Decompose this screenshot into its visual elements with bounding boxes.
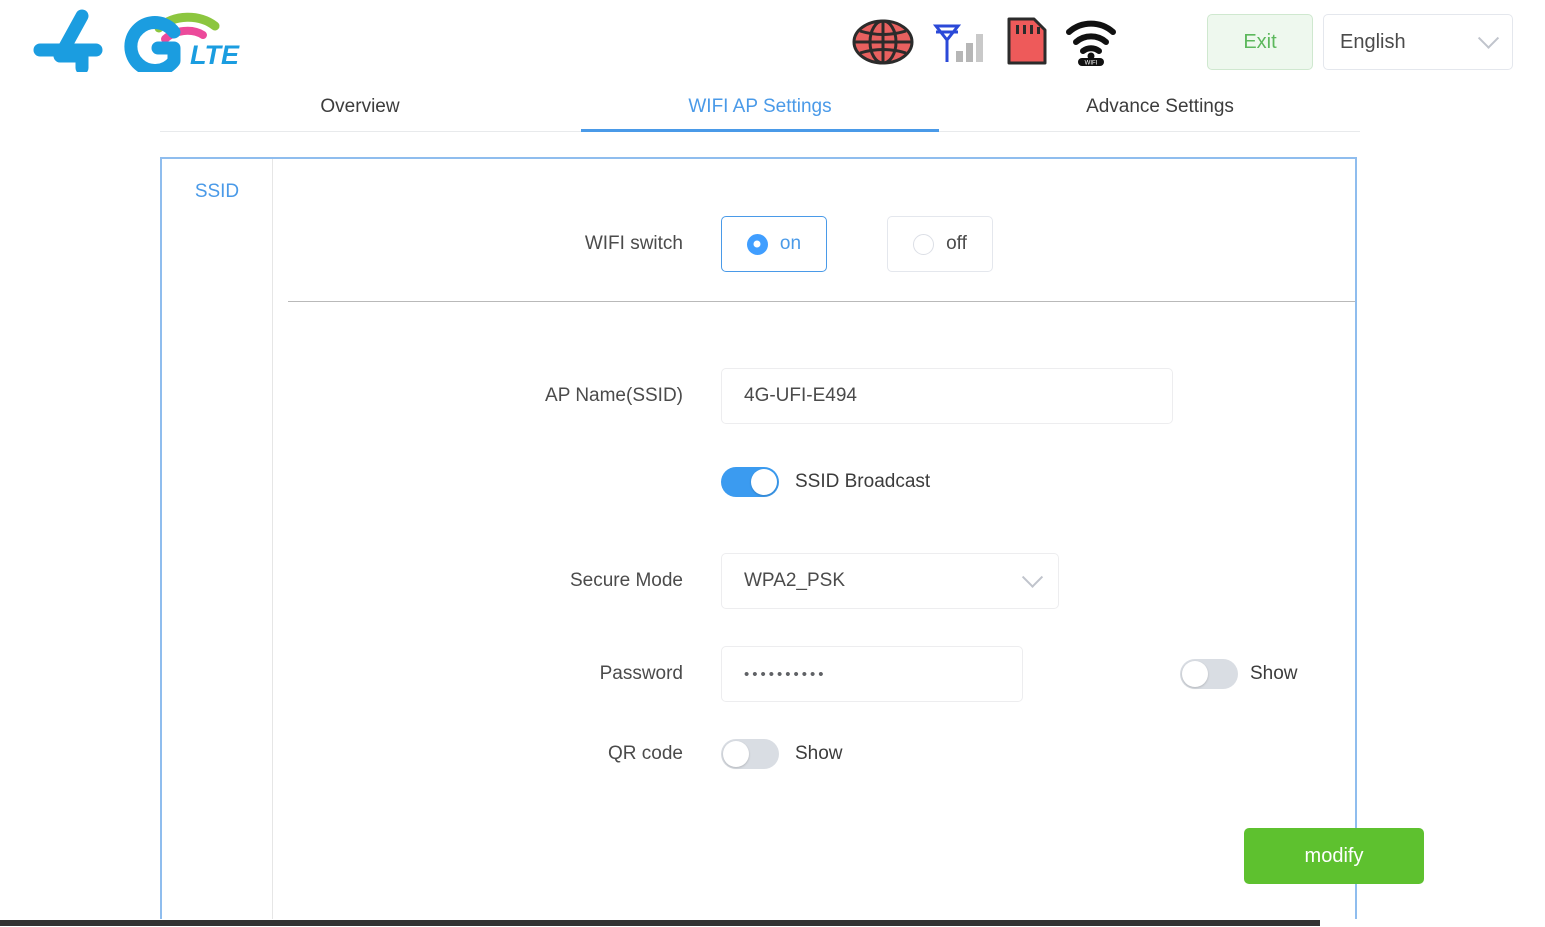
chevron-down-icon [1021, 566, 1044, 588]
main-tab-bar: Overview WIFI AP Settings Advance Settin… [160, 84, 1360, 132]
panel-sidebar: SSID [162, 159, 273, 920]
password-show-label: Show [1250, 663, 1298, 684]
secure-mode-row: Secure Mode WPA2_PSK [273, 553, 1355, 609]
radio-unselected-icon [913, 233, 935, 255]
wifi-switch-row: WIFI switch on off [273, 216, 1355, 272]
radio-selected-icon [746, 233, 768, 255]
password-label: Password [599, 663, 683, 684]
sidebar-item-ssid[interactable]: SSID [162, 181, 272, 203]
svg-text:LTE: LTE [190, 40, 240, 70]
svg-text:WIFI: WIFI [1085, 61, 1098, 67]
panel-content: WIFI switch on off AP Name(SSID) 4G-UFI-… [273, 159, 1424, 920]
language-select[interactable]: English [1323, 14, 1513, 70]
4g-lte-logo: LTE [22, 6, 262, 77]
password-show-group: Show [1180, 659, 1298, 689]
sim-card-icon [1006, 16, 1048, 66]
signal-strength-icon [932, 18, 988, 66]
qr-code-show-group: Show [721, 739, 843, 769]
ssid-broadcast-row: SSID Broadcast [721, 467, 930, 497]
app-header: LTE WIFI Exit English [0, 0, 1545, 84]
qr-code-show-toggle[interactable] [721, 739, 779, 769]
ap-name-row: AP Name(SSID) 4G-UFI-E494 [273, 368, 1355, 424]
tab-overview[interactable]: Overview [160, 84, 560, 131]
ap-name-input[interactable]: 4G-UFI-E494 [721, 368, 1173, 424]
wifi-switch-off-label: off [946, 233, 967, 254]
wifi-switch-label: WIFI switch [584, 233, 683, 254]
toggle-knob [1182, 661, 1208, 687]
globe-icon [852, 18, 914, 66]
language-select-value: English [1340, 30, 1406, 53]
secure-mode-value: WPA2_PSK [744, 570, 846, 591]
password-show-toggle[interactable] [1180, 659, 1238, 689]
ap-name-label: AP Name(SSID) [545, 385, 683, 406]
wifi-icon: WIFI [1066, 18, 1116, 67]
password-input[interactable]: •••••••••• [721, 646, 1023, 702]
tab-wifi-ap-settings[interactable]: WIFI AP Settings [560, 84, 960, 131]
horizontal-scrollbar[interactable] [0, 919, 1545, 927]
settings-panel: SSID WIFI switch on off AP Name(SSID) 4G… [160, 157, 1424, 922]
exit-button-label: Exit [1243, 30, 1277, 53]
ssid-broadcast-toggle[interactable] [721, 467, 779, 497]
section-divider [288, 301, 1355, 302]
qr-code-show-label: Show [795, 743, 843, 764]
exit-button[interactable]: Exit [1207, 14, 1313, 70]
qr-code-label: QR code [608, 743, 683, 764]
wifi-switch-on-label: on [779, 233, 802, 254]
secure-mode-select[interactable]: WPA2_PSK [721, 553, 1059, 609]
wifi-switch-radio-on[interactable]: on [721, 216, 827, 272]
wifi-switch-radio-off[interactable]: off [887, 216, 993, 272]
password-row: Password •••••••••• Show [273, 646, 1355, 702]
secure-mode-label: Secure Mode [569, 570, 683, 591]
toggle-knob [723, 741, 749, 767]
chevron-down-icon [1477, 27, 1500, 49]
scrollbar-thumb[interactable] [0, 920, 1320, 926]
tab-advance-settings[interactable]: Advance Settings [960, 84, 1360, 131]
modify-button[interactable]: modify [1244, 828, 1424, 884]
toggle-knob [751, 469, 777, 495]
qr-code-row: QR code Show [273, 739, 1355, 769]
status-icon-group: WIFI [852, 8, 1116, 67]
ssid-broadcast-label: SSID Broadcast [795, 471, 931, 492]
